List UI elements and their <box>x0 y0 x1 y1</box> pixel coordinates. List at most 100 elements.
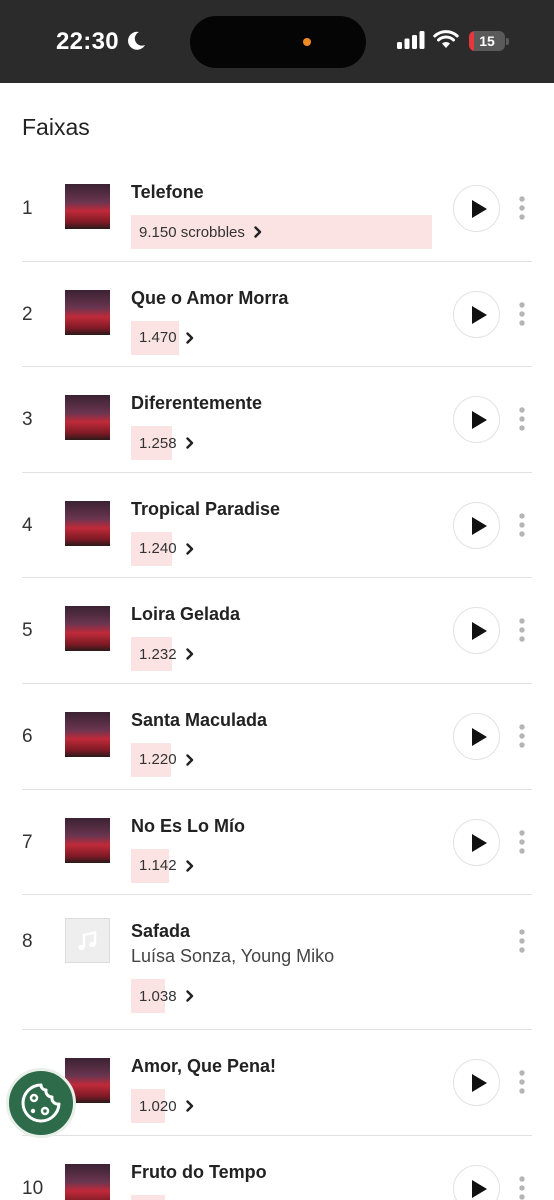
chevron-right-icon <box>185 990 193 1002</box>
album-placeholder[interactable] <box>65 918 110 964</box>
track-title[interactable]: Diferentemente <box>131 393 262 414</box>
scrobble-count-link[interactable]: 1.142 <box>131 848 195 883</box>
track-row[interactable]: 7 No Es Lo Mío 1.142 <box>0 789 554 896</box>
scrobble-count-link[interactable]: 9.150 scrobbles <box>131 215 432 249</box>
scrobble-count: 1.240 <box>139 540 177 558</box>
track-row[interactable]: 4 Tropical Paradise 1.240 <box>0 472 554 579</box>
play-icon <box>472 411 487 430</box>
scrobble-count-link[interactable]: 1.240 <box>131 531 195 566</box>
album-cover[interactable] <box>65 1163 110 1200</box>
play-button[interactable] <box>453 607 500 655</box>
track-title[interactable]: Santa Maculada <box>131 710 267 731</box>
music-note-icon <box>78 931 97 951</box>
track-rank: 6 <box>22 725 33 747</box>
play-button[interactable] <box>453 1059 500 1107</box>
track-row[interactable]: 8 Safada Luísa Sonza, Young Miko 1.038 <box>0 894 554 1031</box>
album-cover[interactable] <box>65 289 110 335</box>
chevron-right-icon <box>185 648 193 661</box>
track-title[interactable]: No Es Lo Mío <box>131 816 245 837</box>
track-row[interactable]: 2 Que o Amor Morra 1.470 <box>0 261 554 368</box>
signal-icon <box>397 31 425 49</box>
track-artist[interactable]: Luísa Sonza, Young Miko <box>131 946 334 967</box>
play-button[interactable] <box>453 712 500 760</box>
scrobble-count-link[interactable]: 1.220 <box>131 742 195 777</box>
scrobble-count-link[interactable]: 1.258 <box>131 426 195 461</box>
battery-level: 15 <box>479 33 495 49</box>
scrobble-count: 1.142 <box>139 857 177 875</box>
more-vertical-icon[interactable] <box>517 196 527 220</box>
play-icon <box>472 200 487 218</box>
track-title[interactable]: Que o Amor Morra <box>131 288 288 309</box>
more-vertical-icon[interactable] <box>517 929 527 953</box>
chevron-right-icon <box>185 437 193 449</box>
scrobble-count-link[interactable] <box>131 1194 165 1200</box>
track-row[interactable]: 5 Loira Gelada 1.232 <box>0 577 554 684</box>
track-rank: 5 <box>22 620 33 642</box>
scrobble-count-link[interactable]: 1.038 <box>131 979 195 1014</box>
more-vertical-icon[interactable] <box>517 724 527 748</box>
album-cover[interactable] <box>65 817 110 863</box>
track-rank: 4 <box>22 514 33 536</box>
track-list: 1 Telefone 9.150 scrobbles 2 Que o Amor Morr… <box>0 155 554 1200</box>
battery-indicator: 15 <box>469 31 505 51</box>
scrobble-count-link[interactable]: 1.020 <box>131 1089 195 1124</box>
track-title[interactable]: Tropical Paradise <box>131 499 280 520</box>
track-title[interactable]: Loira Gelada <box>131 604 240 625</box>
track-title[interactable]: Telefone <box>131 182 204 203</box>
moon-icon <box>128 31 145 50</box>
play-icon <box>472 1074 487 1093</box>
privacy-indicator <box>303 38 311 46</box>
track-row[interactable]: 9Amor, Que Pena!1.020 <box>0 1029 554 1136</box>
more-vertical-icon[interactable] <box>517 513 527 537</box>
more-vertical-icon[interactable] <box>517 407 527 431</box>
track-rank: 3 <box>22 409 33 431</box>
scrobble-count: 1.470 <box>139 329 177 347</box>
scrobble-count: 1.038 <box>139 987 177 1005</box>
play-icon <box>472 727 487 746</box>
more-vertical-icon[interactable] <box>517 1070 527 1094</box>
play-button[interactable] <box>453 290 500 338</box>
status-bar: 22:30 15 <box>0 0 554 83</box>
track-row[interactable]: 10 Fruto do Tempo <box>0 1135 554 1200</box>
play-icon <box>472 516 487 535</box>
more-vertical-icon[interactable] <box>517 829 527 854</box>
play-button[interactable] <box>453 396 500 444</box>
scrobble-count-link[interactable]: 1.470 <box>131 320 195 355</box>
album-cover[interactable] <box>65 395 110 441</box>
scrobble-count: 1.232 <box>139 645 177 663</box>
scrobble-count: 9.150 scrobbles <box>139 223 245 241</box>
track-row[interactable]: 3 Diferentemente 1.258 <box>0 366 554 473</box>
scrobble-count: 1.020 <box>139 1097 177 1115</box>
album-cover[interactable] <box>65 606 110 652</box>
scrobble-count-link[interactable]: 1.232 <box>131 637 195 672</box>
chevron-right-icon <box>185 543 193 555</box>
scrobble-bar <box>131 1194 165 1200</box>
play-button[interactable] <box>453 818 500 866</box>
more-vertical-icon[interactable] <box>517 301 527 326</box>
wifi-icon <box>433 30 459 48</box>
track-row[interactable]: 1 Telefone 9.150 scrobbles <box>0 155 554 262</box>
chevron-right-icon <box>185 754 193 766</box>
scrobble-count: 1.258 <box>139 434 177 452</box>
cookie-icon <box>21 1083 61 1123</box>
play-button[interactable] <box>453 1164 500 1200</box>
scrobble-count: 1.220 <box>139 751 177 769</box>
track-title[interactable]: Fruto do Tempo <box>131 1162 267 1183</box>
track-row[interactable]: 6 Santa Maculada 1.220 <box>0 683 554 790</box>
play-icon <box>472 622 487 641</box>
album-cover[interactable] <box>65 184 110 229</box>
cookie-settings-button[interactable] <box>6 1068 76 1138</box>
album-cover[interactable] <box>65 500 110 546</box>
track-rank: 8 <box>22 931 33 953</box>
track-title[interactable]: Safada <box>131 921 190 942</box>
track-rank: 7 <box>22 831 33 853</box>
more-vertical-icon[interactable] <box>517 1176 527 1200</box>
status-time: 22:30 <box>56 28 119 55</box>
dynamic-island <box>190 16 366 68</box>
more-vertical-icon[interactable] <box>517 618 527 643</box>
play-button[interactable] <box>453 501 500 549</box>
chevron-right-icon <box>185 331 193 344</box>
album-cover[interactable] <box>65 711 110 757</box>
track-title[interactable]: Amor, Que Pena! <box>131 1056 276 1077</box>
play-button[interactable] <box>453 185 500 232</box>
